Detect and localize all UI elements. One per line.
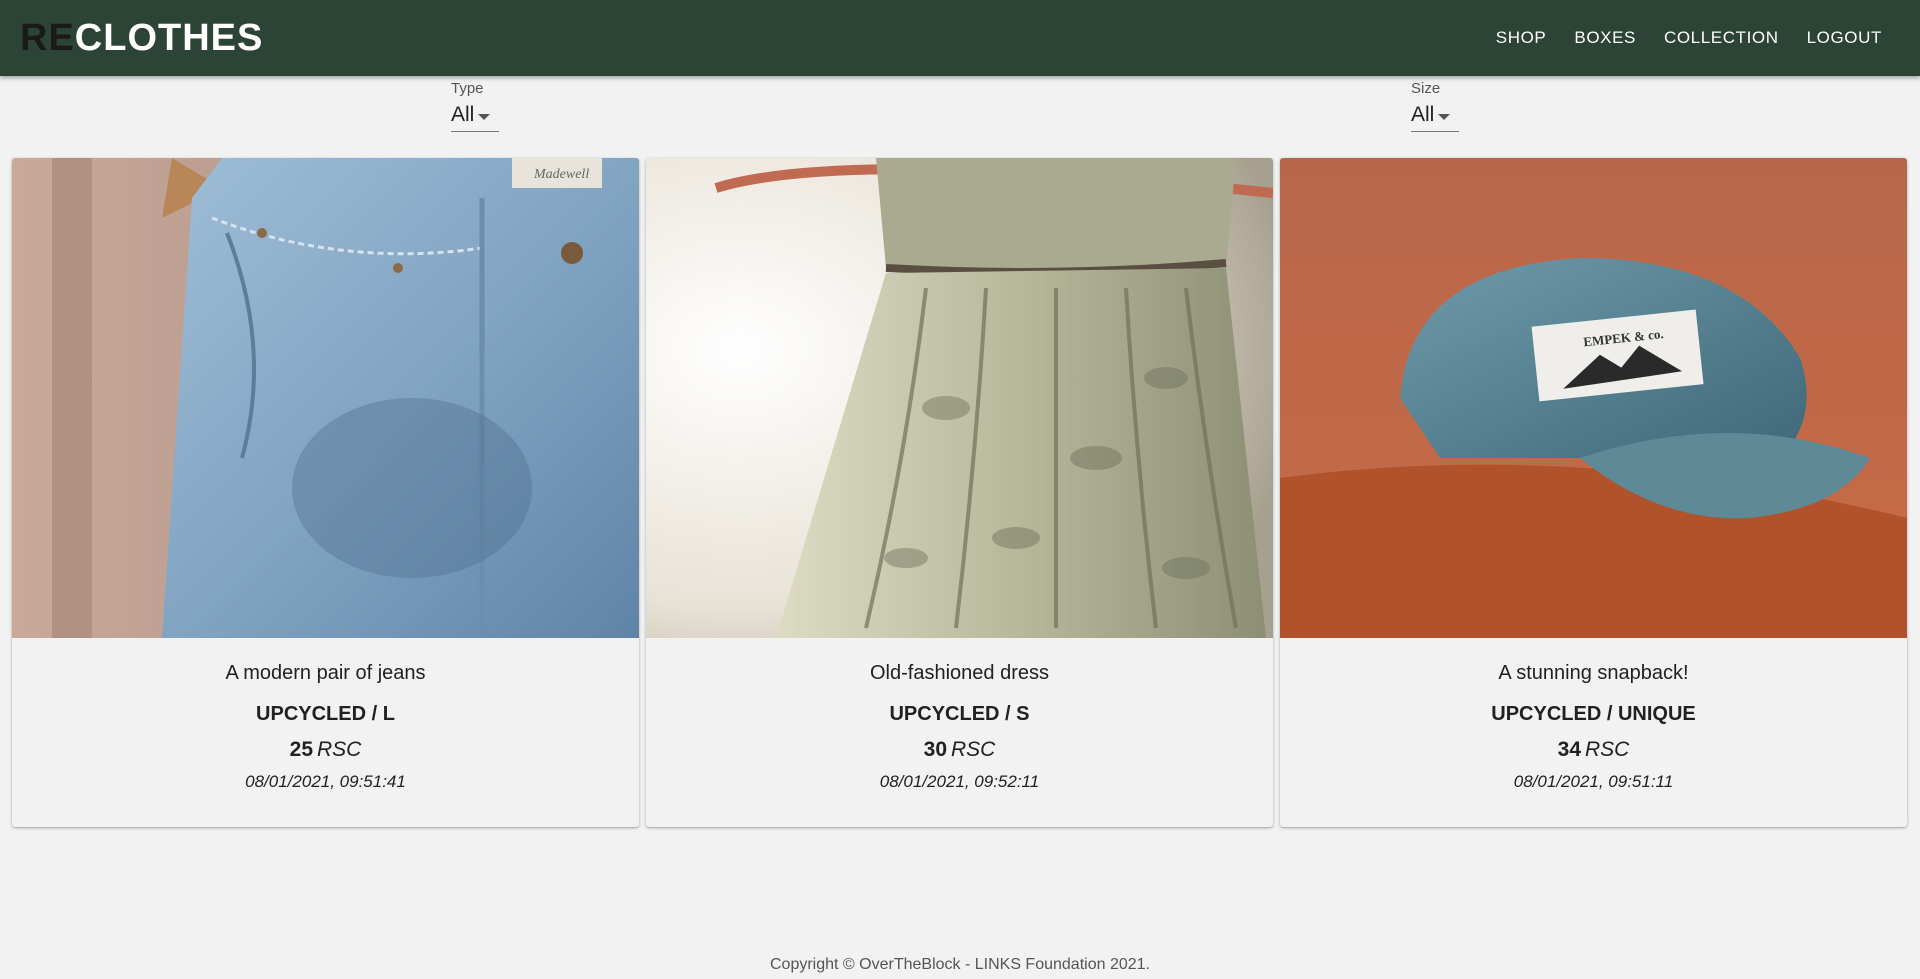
product-meta: UPCYCLED / UNIQUE <box>1280 703 1907 726</box>
product-price: 30 RSC <box>646 738 1273 762</box>
product-size: S <box>1016 703 1030 725</box>
product-condition: UPCYCLED <box>1491 703 1602 725</box>
size-filter: Size All <box>1411 80 1459 132</box>
size-select-value: All <box>1411 103 1435 126</box>
price-value: 34 <box>1557 738 1581 761</box>
logo-prefix: RE <box>20 16 75 59</box>
jeans-photo: Madewell <box>12 158 639 638</box>
product-price: 34 RSC <box>1280 738 1907 762</box>
meta-separator: / <box>1005 703 1011 725</box>
price-currency: RSC <box>1585 738 1630 761</box>
size-filter-label: Size <box>1411 80 1441 97</box>
product-card[interactable]: Old-fashioned dress UPCYCLED / S 30 RSC 0… <box>646 158 1273 827</box>
logo-text: CLOTHES <box>74 16 264 59</box>
type-filter-label: Type <box>451 80 484 97</box>
chevron-down-icon <box>1438 114 1451 120</box>
product-card[interactable]: EMPEK & co. A stunning snapback! UPCYCLE… <box>1280 158 1907 827</box>
app-bar: RE CLOTHES SHOP BOXES COLLECTION LOGOUT <box>0 0 1920 76</box>
product-title: Old-fashioned dress <box>870 662 1049 684</box>
chevron-down-icon <box>478 114 491 120</box>
product-meta: UPCYCLED / L <box>12 703 639 726</box>
jeans-brand-label: Madewell <box>533 167 589 182</box>
product-title: A stunning snapback! <box>1498 662 1689 684</box>
reclothes-logo[interactable]: RE CLOTHES <box>20 16 264 59</box>
nav-shop[interactable]: SHOP <box>1484 18 1559 58</box>
type-filter: Type All <box>451 80 499 132</box>
product-date: 08/01/2021, 09:51:11 <box>1513 772 1674 791</box>
product-condition: UPCYCLED <box>889 703 1000 725</box>
dress-photo <box>646 158 1273 638</box>
meta-separator: / <box>371 703 378 725</box>
product-size: UNIQUE <box>1617 703 1696 725</box>
product-title: A modern pair of jeans <box>225 662 426 684</box>
product-date: 08/01/2021, 09:51:41 <box>245 772 406 791</box>
nav-collection[interactable]: COLLECTION <box>1652 18 1791 58</box>
product-details: A modern pair of jeans UPCYCLED / L 25 RS… <box>12 638 639 792</box>
product-card[interactable]: Madewell A modern pair of jeans UPCYCLED… <box>12 158 639 827</box>
product-date: 08/01/2021, 09:52:11 <box>879 772 1040 791</box>
cap-photo: EMPEK & co. <box>1280 158 1907 638</box>
product-details: Old-fashioned dress UPCYCLED / S 30 RSC 0… <box>646 638 1273 792</box>
product-meta: UPCYCLED / S <box>646 703 1273 726</box>
product-details: A stunning snapback! UPCYCLED / UNIQUE 3… <box>1280 638 1907 792</box>
meta-separator: / <box>1606 703 1613 725</box>
product-size: L <box>382 703 395 725</box>
product-condition: UPCYCLED <box>256 703 367 725</box>
nav-boxes[interactable]: BOXES <box>1562 18 1648 58</box>
size-select[interactable]: All <box>1411 101 1459 132</box>
type-select-value: All <box>451 103 475 126</box>
main-nav: SHOP BOXES COLLECTION LOGOUT <box>1480 18 1894 58</box>
product-price: 25 RSC <box>12 738 639 762</box>
product-grid: Madewell A modern pair of jeans UPCYCLED… <box>12 158 1908 827</box>
footer-copyright: Copyright © OverTheBlock - LINKS Foundat… <box>770 956 1150 973</box>
price-value: 30 <box>923 738 947 761</box>
nav-logout[interactable]: LOGOUT <box>1795 18 1894 58</box>
filter-bar: Type All Size All <box>0 76 1920 156</box>
price-currency: RSC <box>951 738 996 761</box>
type-select[interactable]: All <box>451 101 499 132</box>
price-value: 25 <box>289 738 313 761</box>
price-currency: RSC <box>317 738 362 761</box>
